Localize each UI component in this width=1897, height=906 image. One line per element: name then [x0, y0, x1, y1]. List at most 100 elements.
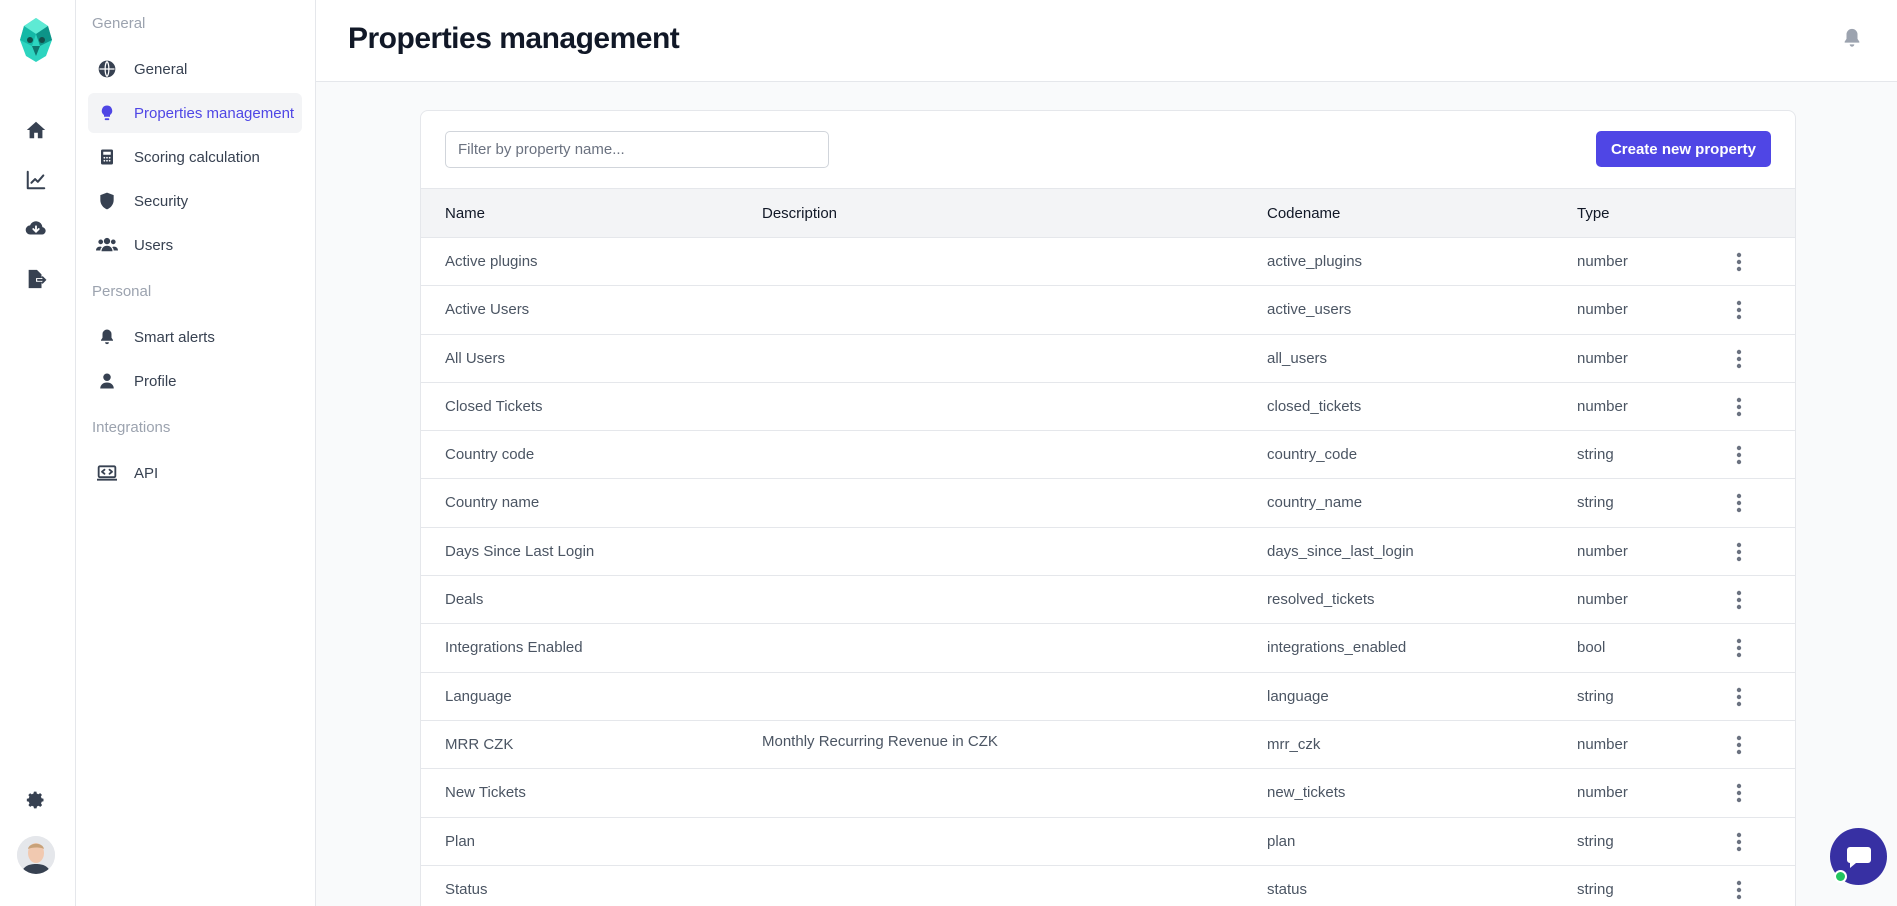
avatar[interactable] — [17, 836, 55, 874]
section-label-integrations: Integrations — [92, 419, 171, 436]
cell-codename: integrations_enabled — [1267, 639, 1407, 657]
sidebar-item-scoring-calculation[interactable]: Scoring calculation — [88, 137, 302, 177]
cell-name: Active plugins — [445, 253, 538, 270]
cell-type: string — [1577, 687, 1614, 705]
sidebar-item-profile[interactable]: Profile — [88, 361, 302, 401]
gear-icon[interactable] — [24, 788, 48, 812]
sidebar-item-label: API — [134, 464, 159, 482]
table-row[interactable]: Status status string — [421, 866, 1795, 906]
cell-name: All Users — [445, 349, 506, 367]
cell-codename: status — [1267, 880, 1308, 898]
cell-type: string — [1577, 446, 1614, 464]
table-row[interactable]: Closed Tickets closed_tickets number — [421, 383, 1795, 432]
row-actions-kebab-icon[interactable] — [1729, 396, 1749, 418]
table-row[interactable]: Active Users active_users number — [421, 286, 1795, 335]
cell-type: string — [1577, 880, 1614, 898]
table-row[interactable]: All Users all_users number — [421, 335, 1795, 383]
row-actions-kebab-icon[interactable] — [1729, 637, 1749, 659]
row-actions-kebab-icon[interactable] — [1729, 444, 1749, 466]
cell-type: number — [1577, 735, 1628, 753]
cell-codename: active_plugins — [1267, 253, 1363, 270]
code-icon — [96, 462, 118, 484]
sidebar-item-label: Properties management — [134, 104, 295, 122]
cell-name: Deals — [445, 591, 484, 609]
cell-description: Monthly Recurring Revenue in CZK — [762, 732, 998, 750]
calculator-icon — [96, 146, 118, 168]
cell-name: Country name — [445, 494, 540, 512]
row-actions-kebab-icon[interactable] — [1729, 686, 1749, 708]
cell-name: Status — [445, 880, 488, 898]
cell-type: number — [1577, 301, 1628, 319]
lightbulb-icon — [96, 102, 118, 124]
table-row[interactable]: Plan plan string — [421, 818, 1795, 866]
row-actions-kebab-icon[interactable] — [1729, 879, 1749, 901]
cell-type: number — [1577, 397, 1628, 415]
table-row[interactable]: MRR CZK Monthly Recurring Revenue in CZK m… — [421, 721, 1795, 770]
table-body: Active plugins active_plugins number Active… — [421, 238, 1795, 906]
row-actions-kebab-icon[interactable] — [1729, 782, 1749, 804]
table-row[interactable]: Days Since Last Login days_since_last_log… — [421, 528, 1795, 577]
row-actions-kebab-icon[interactable] — [1729, 251, 1749, 273]
cell-type: string — [1577, 832, 1614, 850]
notifications-bell-icon[interactable] — [1841, 26, 1865, 50]
column-header-codename[interactable]: Codename — [1267, 205, 1340, 222]
row-actions-kebab-icon[interactable] — [1729, 734, 1749, 756]
sidebar-item-general[interactable]: General — [88, 49, 302, 89]
section-label-general: General — [92, 15, 146, 32]
shield-icon — [96, 190, 118, 212]
table-row[interactable]: Deals resolved_tickets number — [421, 576, 1795, 625]
cell-type: string — [1577, 494, 1614, 512]
app-logo-icon[interactable] — [18, 16, 54, 64]
cell-name: MRR CZK — [445, 735, 514, 753]
table-row[interactable]: Language language string — [421, 673, 1795, 721]
sidebar-item-security[interactable]: Security — [88, 181, 302, 221]
row-actions-kebab-icon[interactable] — [1729, 589, 1749, 611]
cell-name: Days Since Last Login — [445, 542, 595, 560]
cell-type: number — [1577, 542, 1628, 560]
cell-name: Language — [445, 687, 512, 705]
table-row[interactable]: Country name country_name string — [421, 479, 1795, 528]
cell-name: Integrations Enabled — [445, 639, 583, 657]
cell-codename: language — [1267, 687, 1329, 705]
chat-widget-button[interactable] — [1830, 828, 1887, 885]
column-header-description[interactable]: Description — [762, 205, 837, 222]
properties-card: Create new property Name Description Cod… — [420, 110, 1796, 906]
cell-codename: mrr_czk — [1267, 735, 1321, 753]
sidebar-item-users[interactable]: Users — [88, 225, 302, 265]
table-row[interactable]: New Tickets new_tickets number — [421, 769, 1795, 818]
users-icon — [96, 234, 118, 256]
sidebar-item-label: Security — [134, 192, 189, 210]
cell-codename: country_code — [1267, 446, 1358, 464]
cell-codename: active_users — [1267, 301, 1352, 319]
sidebar-item-label: Users — [134, 236, 174, 254]
cell-codename: plan — [1267, 832, 1296, 850]
user-icon — [96, 370, 118, 392]
home-icon[interactable] — [24, 118, 48, 142]
column-header-type[interactable]: Type — [1577, 205, 1610, 222]
row-actions-kebab-icon[interactable] — [1729, 299, 1749, 321]
row-actions-kebab-icon[interactable] — [1729, 348, 1749, 370]
row-actions-kebab-icon[interactable] — [1729, 831, 1749, 853]
chart-line-icon[interactable] — [24, 168, 48, 192]
sidebar-item-api[interactable]: API — [88, 453, 302, 493]
create-new-property-button[interactable]: Create new property — [1595, 131, 1771, 167]
sidebar-item-properties-management[interactable]: Properties management — [88, 93, 302, 133]
settings-sidebar: General General Properties management Sc… — [76, 0, 316, 906]
table-row[interactable]: Integrations Enabled integrations_enabled… — [421, 624, 1795, 673]
cell-type: number — [1577, 784, 1628, 802]
sidebar-item-smart-alerts[interactable]: Smart alerts — [88, 317, 302, 357]
column-header-name[interactable]: Name — [445, 205, 485, 222]
page-title: Properties management — [348, 22, 680, 55]
cell-type: number — [1577, 591, 1628, 609]
cloud-download-icon[interactable] — [24, 217, 48, 241]
export-file-icon[interactable] — [24, 267, 48, 291]
row-actions-kebab-icon[interactable] — [1729, 492, 1749, 514]
globe-icon — [96, 58, 118, 80]
cell-name: Country code — [445, 446, 535, 464]
table-row[interactable]: Active plugins active_plugins number — [421, 238, 1795, 287]
sidebar-item-label: General — [134, 60, 188, 78]
filter-input[interactable] — [445, 131, 829, 168]
row-actions-kebab-icon[interactable] — [1729, 541, 1749, 563]
table-row[interactable]: Country code country_code string — [421, 431, 1795, 480]
icon-rail — [0, 0, 76, 906]
